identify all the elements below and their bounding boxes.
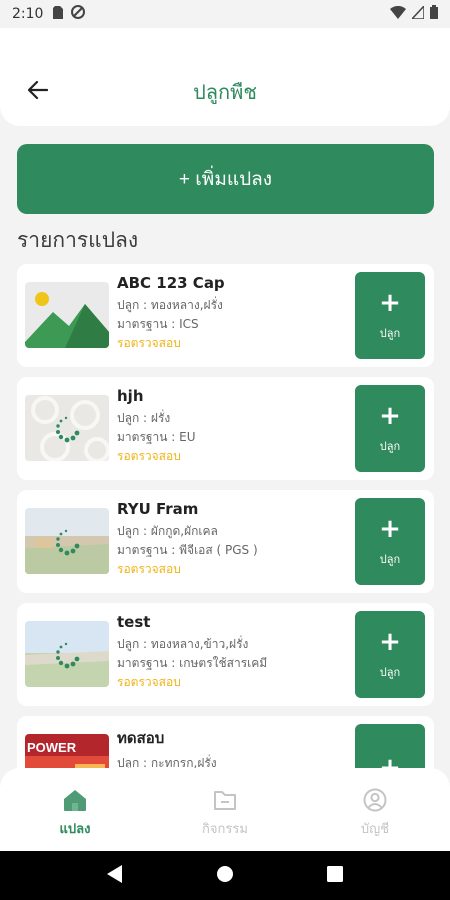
plot-card[interactable]: ABC 123 Cap ปลูก : ทองหลาง,ฝรั่ง มาตรฐาน… xyxy=(17,264,434,367)
plot-crop: ปลูก : ผักกูด,ผักเคล xyxy=(117,524,218,538)
nav-item-plots[interactable]: แปลง xyxy=(15,768,135,839)
bottom-navigation: แปลง กิจกรรม บัญชี xyxy=(0,768,450,851)
system-home-icon[interactable] xyxy=(216,865,234,887)
plot-image xyxy=(25,395,109,461)
plot-card[interactable]: hjh ปลูก : ฝรั่ง มาตรฐาน : EU รอตรวจสอบ … xyxy=(17,377,434,480)
plot-crop: ปลูก : ฝรั่ง xyxy=(117,411,171,425)
plot-status: รอตรวจสอบ xyxy=(117,336,181,350)
plot-image xyxy=(25,621,109,687)
folder-icon xyxy=(214,791,236,810)
status-bar: 2:10 xyxy=(0,0,450,28)
plus-icon: + xyxy=(379,513,401,544)
plot-name: hjh xyxy=(117,387,144,405)
plot-crop: ปลูก : ทองหลาง,ข้าว,ฝรั่ง xyxy=(117,637,249,651)
plant-button-label: ปลูก xyxy=(379,439,401,453)
no-disturb-icon xyxy=(71,5,86,23)
plant-button-label: ปลูก xyxy=(379,665,401,679)
plant-button[interactable]: + ปลูก xyxy=(355,498,425,585)
poster-text: POWER xyxy=(27,740,77,755)
home-icon xyxy=(64,790,86,811)
plot-status: รอตรวจสอบ xyxy=(117,562,181,576)
plot-crop: ปลูก : ทองหลาง,ฝรั่ง xyxy=(117,298,223,312)
plot-image-placeholder xyxy=(25,282,109,348)
sim-icon xyxy=(53,5,64,23)
plant-button[interactable]: + ปลูก xyxy=(355,611,425,698)
nav-item-activities[interactable]: กิจกรรม xyxy=(165,768,285,839)
plot-image xyxy=(25,508,109,574)
plot-name: ABC 123 Cap xyxy=(117,274,225,292)
plot-status: รอตรวจสอบ xyxy=(117,449,181,463)
nav-label: บัญชี xyxy=(360,822,390,837)
plus-icon: + xyxy=(379,400,401,431)
plot-name: test xyxy=(117,613,151,631)
system-navigation-bar xyxy=(0,851,450,900)
section-title: รายการแปลง xyxy=(17,229,139,252)
plot-standard: มาตรฐาน : พีจีเอส ( PGS ) xyxy=(117,543,258,557)
battery-icon xyxy=(430,5,438,23)
plant-button-label: ปลูก xyxy=(379,552,401,566)
nav-label: แปลง xyxy=(59,822,91,837)
plant-button[interactable]: + ปลูก xyxy=(355,272,425,359)
plot-card[interactable]: test ปลูก : ทองหลาง,ข้าว,ฝรั่ง มาตรฐาน :… xyxy=(17,603,434,706)
nav-item-account[interactable]: บัญชี xyxy=(315,768,435,839)
plot-standard: มาตรฐาน : ICS xyxy=(117,317,199,331)
plant-button-label: ปลูก xyxy=(379,326,401,340)
wifi-icon xyxy=(390,5,406,23)
nav-label: กิจกรรม xyxy=(202,822,248,837)
plot-name: ทดสอบ xyxy=(117,729,165,747)
plot-standard: มาตรฐาน : เกษตรใช้สารเคมี xyxy=(117,656,268,670)
plot-name: RYU Fram xyxy=(117,500,199,518)
add-plot-button[interactable]: + เพิ่มแปลง xyxy=(17,144,434,214)
account-icon xyxy=(363,788,387,812)
status-time: 2:10 xyxy=(12,6,44,22)
plot-status: รอตรวจสอบ xyxy=(117,675,181,689)
signal-icon xyxy=(410,3,425,23)
plot-card[interactable]: RYU Fram ปลูก : ผักกูด,ผักเคล มาตรฐาน : … xyxy=(17,490,434,593)
plus-icon: + xyxy=(379,287,401,318)
system-recents-icon[interactable] xyxy=(327,865,344,886)
plant-button[interactable]: + ปลูก xyxy=(355,385,425,472)
system-back-icon[interactable] xyxy=(106,864,123,887)
plus-icon: + xyxy=(379,626,401,657)
app-header: ปลูกพืช xyxy=(0,28,450,126)
page-title: ปลูกพืช xyxy=(193,82,257,104)
plot-standard: มาตรฐาน : EU xyxy=(117,430,196,444)
